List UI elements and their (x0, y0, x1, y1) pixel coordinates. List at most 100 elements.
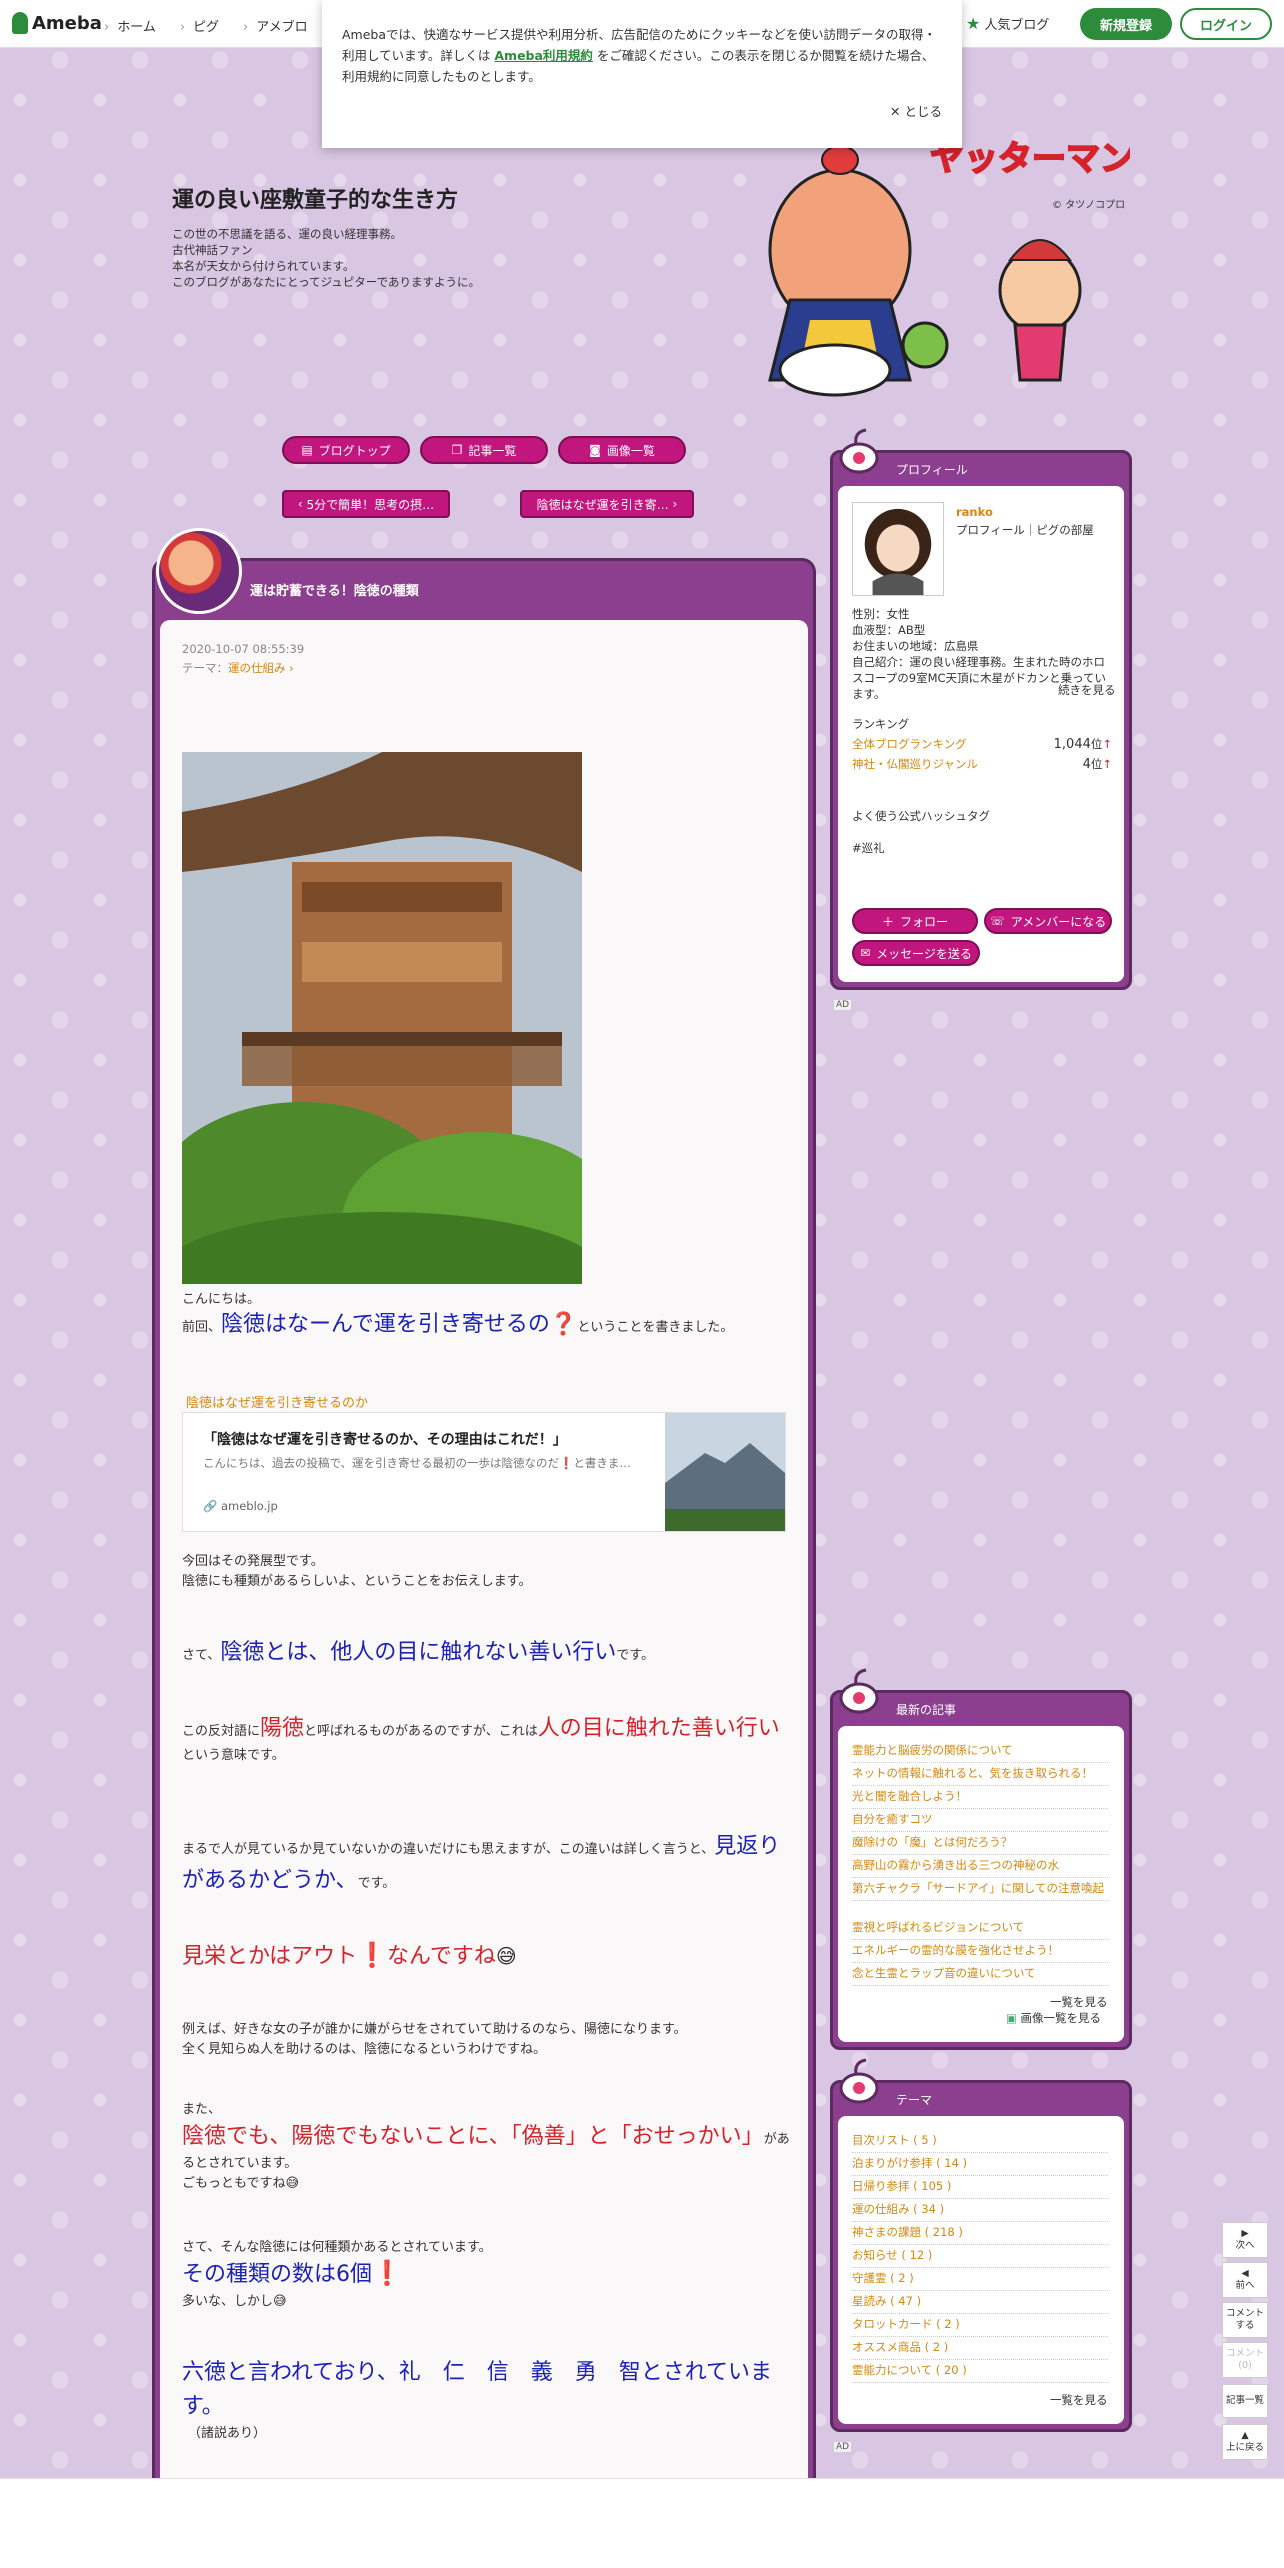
theme-link[interactable]: 運の仕組み (228, 661, 286, 675)
pot-icon (839, 428, 879, 474)
blog-top-button[interactable]: ▤ ブログトップ (282, 436, 410, 464)
latest-item[interactable]: エネルギーの霊的な膜を強化させよう！ (852, 1942, 1108, 1963)
sweat-smile-emoji-icon: 😅 (495, 1944, 517, 1968)
up-icon: ▲ (1241, 2430, 1249, 2441)
blog-title[interactable]: 運の良い座敷童子的な生き方 (172, 182, 458, 214)
image-list-button[interactable]: ◙ 画像一覧 (558, 436, 686, 464)
ameba-logo[interactable]: Ameba (12, 12, 102, 34)
image-list-link[interactable]: ▣ 画像一覧を見る (1006, 2010, 1101, 2026)
exclamation-icon: ❗ (357, 1941, 388, 1969)
latest-item[interactable]: 光と闇を融合しよう！ (852, 1788, 1108, 1809)
prev-entry-float-button[interactable]: ◀ 前へ (1222, 2262, 1268, 2298)
popular-blog-link[interactable]: ★ 人気ブログ (966, 14, 1049, 33)
pot-icon (839, 1668, 879, 1714)
theme-item[interactable]: 運の仕組み ( 34 ) (852, 2201, 1108, 2222)
highlight-text: 人の目に触れた善い行い (537, 1716, 780, 1741)
desc-line: この世の不思議を語る、運の良い経理事務。 (172, 227, 402, 241)
theme-item[interactable]: 星読み ( 47 ) (852, 2293, 1108, 2314)
text: と呼ばれるものがあるのですが、これは (304, 1724, 538, 1739)
chevron-right-icon: › (672, 497, 678, 511)
desc-line: 本名が天女から付けられています。 (172, 259, 355, 273)
theme-item[interactable]: タロットカード ( 2 ) (852, 2316, 1108, 2337)
nav-pigg[interactable]: ピグ (180, 16, 219, 35)
latest-item[interactable]: 第六チャクラ「サードアイ」に関しての注意喚起 (852, 1880, 1108, 1901)
logo-text: Ameba (32, 12, 102, 34)
latest-item[interactable]: 自分を癒すコツ (852, 1811, 1108, 1832)
theme-item[interactable]: 霊能力について ( 20 ) (852, 2362, 1108, 2383)
text: です。 (357, 1876, 396, 1891)
paragraph: 六徳と言われており、礼 仁 信 義 勇 智とされています。 （諸説あり） (182, 2356, 792, 2444)
nav-ameblo[interactable]: アメブロ (243, 16, 307, 35)
link-card[interactable]: 「陰徳はなぜ運を引き寄せるのか、その理由はこれだ！」 こんにちは、過去の投稿で、… (182, 1412, 786, 1532)
latest-item[interactable]: ネットの情報に触れると、気を抜き取られる！ (852, 1765, 1108, 1786)
link-card-label[interactable]: 陰徳はなぜ運を引き寄せるのか (186, 1392, 368, 1411)
ameba-logo-icon (12, 12, 28, 34)
login-button[interactable]: ログイン (1180, 8, 1272, 40)
cookie-close-button[interactable]: ✕ とじる (890, 101, 942, 122)
comment-count-button[interactable]: コメント(0) (1222, 2342, 1268, 2378)
back-to-top-button[interactable]: ▲ 上に戻る (1222, 2424, 1268, 2460)
highlight-text: 陽徳 (260, 1716, 305, 1741)
read-more-link[interactable]: 続きを見る (1058, 682, 1116, 698)
text: という意味です。 (182, 1748, 285, 1763)
terms-link[interactable]: Ameba利用規約 (494, 48, 593, 63)
theme-item[interactable]: 日帰り参拝 ( 105 ) (852, 2178, 1108, 2199)
next-entry-button[interactable]: 陰徳はなぜ運を引き寄… › (520, 490, 694, 518)
profile-links[interactable]: プロフィール｜ピグの部屋 (956, 522, 1094, 538)
latest-item[interactable]: 霊視と呼ばれるビジョンについて (852, 1919, 1108, 1940)
latest-item[interactable]: 念と生霊とラップ音の違いについて (852, 1965, 1108, 1986)
theme-item[interactable]: 神さまの課題 ( 218 ) (852, 2224, 1108, 2245)
paragraph: 前回、陰徳はなーんで運を引き寄せるの❓ということを書きました。 (182, 1308, 792, 1342)
theme-more-link[interactable]: 一覧を見る (1050, 2392, 1108, 2408)
latest-item[interactable]: 霊能力と脳疲労の関係について (852, 1742, 1108, 1763)
mail-icon: ✉ (860, 946, 871, 960)
top-nav: ホーム ピグ アメブロ (104, 16, 307, 35)
profile-avatar[interactable] (852, 502, 944, 596)
next-entry-float-button[interactable]: ▶ 次へ (1222, 2222, 1268, 2258)
profile-name[interactable]: ranko (956, 504, 993, 520)
comment-float-button[interactable]: コメントする (1222, 2302, 1268, 2338)
camera-icon: ◙ (589, 443, 601, 457)
paragraph: こんにちは。 (182, 1292, 261, 1307)
latest-item[interactable]: 魔除けの「魔」とは何だろう？ (852, 1834, 1108, 1855)
latest-item[interactable]: 高野山の霧から湧き出る三つの神秘の水 (852, 1857, 1108, 1878)
theme-item[interactable]: 目次リスト ( 5 ) (852, 2132, 1108, 2153)
text: 前回、 (182, 1320, 222, 1335)
rank-number: 1,044 (1053, 737, 1091, 752)
entry-list-float-button[interactable]: 記事一覧 (1222, 2384, 1268, 2418)
chat-icon: ☏ (989, 914, 1005, 928)
signup-button[interactable]: 新規登録 (1080, 8, 1172, 40)
theme-item[interactable]: オススメ商品 ( 2 ) (852, 2339, 1108, 2360)
amember-button[interactable]: ☏ アメンバーになる (984, 908, 1112, 934)
image-icon: ▣ (1006, 2011, 1017, 2025)
nav-home[interactable]: ホーム (104, 16, 156, 35)
home-icon: ▤ (301, 443, 313, 457)
theme-item[interactable]: 泊まりがけ参拝 ( 14 ) (852, 2155, 1108, 2176)
up-arrow-icon: ↑ (1102, 757, 1112, 771)
follow-button[interactable]: ＋ フォロー (852, 908, 978, 934)
prev-entry-button[interactable]: ‹ 5分で簡単！思考の摂… (282, 490, 450, 518)
entry-title[interactable]: 運は貯蓄できる！陰徳の種類 (250, 580, 419, 599)
hashtag-link[interactable]: #巡礼 (852, 840, 885, 856)
exclamation-icon: ❗ (372, 2259, 402, 2287)
link-card-url: 🔗 ameblo.jp (203, 1499, 278, 1513)
ad-label: AD (834, 1000, 852, 1010)
popular-blog-label: 人気ブログ (984, 18, 1050, 33)
question-mark-icon: ❓ (549, 1312, 578, 1337)
temple-photo[interactable] (182, 752, 582, 1284)
desc-line: 古代神話ファン (172, 243, 253, 257)
theme-item[interactable]: 守護霊 ( 2 ) (852, 2270, 1108, 2291)
rank-unit: 位 (1090, 737, 1103, 751)
paragraph: さて、そんな陰徳には何種類かあるとされています。 その種類の数は6個❗ 多いな、しか… (182, 2238, 792, 2312)
back-icon: ◀ (1241, 2268, 1249, 2279)
chevron-right-icon: › (285, 661, 294, 675)
entry-list-button[interactable]: ❐ 記事一覧 (420, 436, 548, 464)
ranking-row[interactable]: 全体ブログランキング 1,044位↑ (852, 736, 1112, 752)
entry-theme: テーマ：運の仕組み › (182, 660, 294, 676)
ranking-row[interactable]: 神社・仏閣巡りジャンル 4位↑ (852, 756, 1112, 772)
text: ということを書きました。 (577, 1320, 734, 1335)
message-button[interactable]: ✉ メッセージを送る (852, 940, 980, 966)
latest-more-link[interactable]: 一覧を見る (1050, 1994, 1108, 2010)
theme-item[interactable]: お知らせ ( 12 ) (852, 2247, 1108, 2268)
link-card-title: 「陰徳はなぜ運を引き寄せるのか、その理由はこれだ！」 (203, 1432, 567, 1448)
